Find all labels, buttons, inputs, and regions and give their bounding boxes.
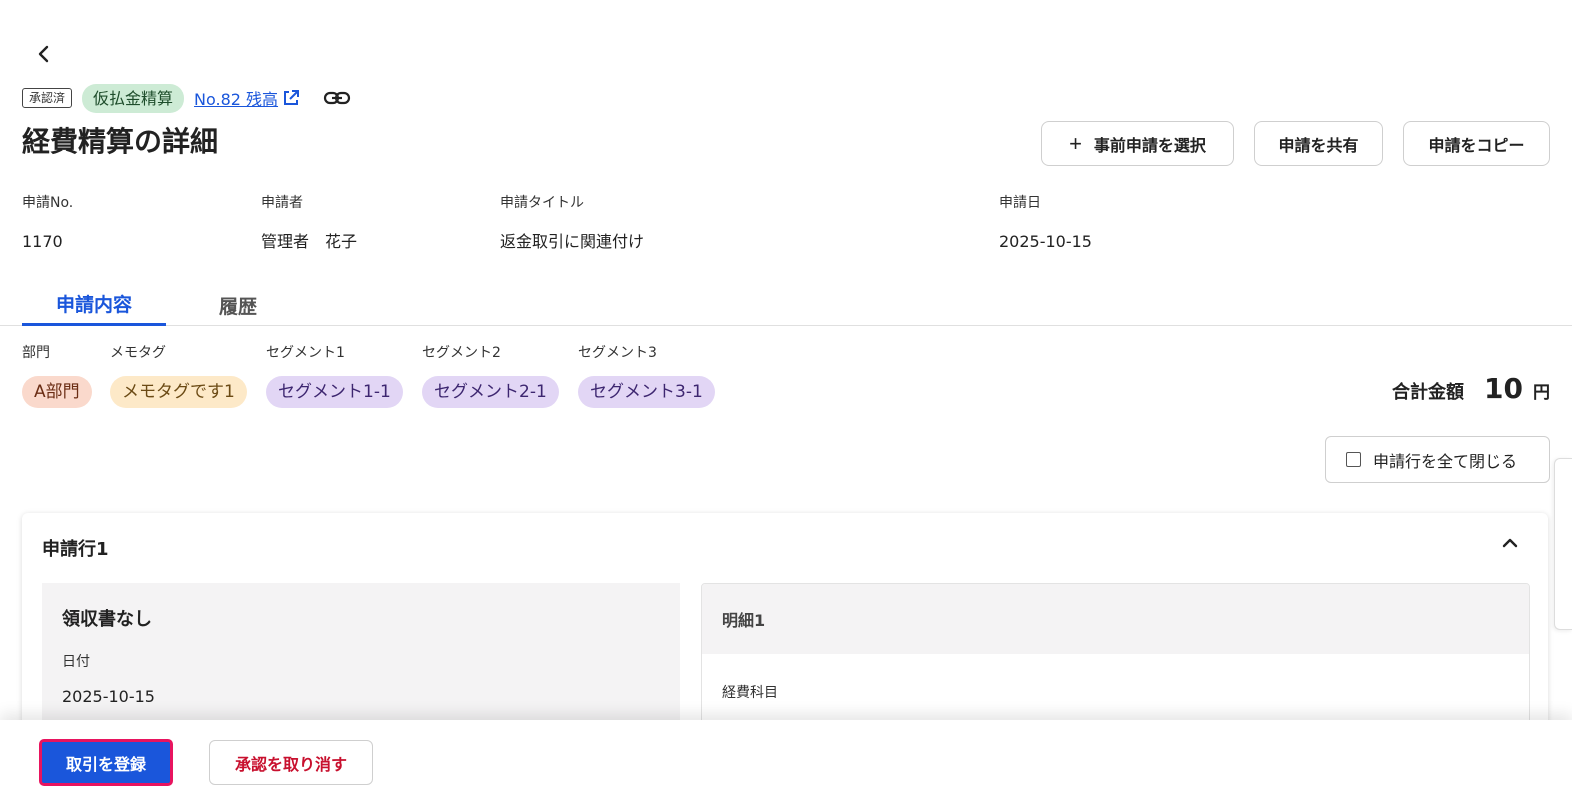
tag-label: セグメント1 bbox=[266, 345, 345, 361]
date-value: 2025-10-15 bbox=[62, 687, 155, 706]
meta-value: 1170 bbox=[22, 232, 63, 251]
reference-link-label: No.82 残高 bbox=[194, 90, 279, 109]
tab-history[interactable]: 履歴 bbox=[166, 284, 310, 326]
chevron-left-icon bbox=[38, 45, 49, 63]
status-badge: 承認済 bbox=[22, 88, 73, 108]
revoke-approval-button[interactable]: 承認を取り消す bbox=[209, 740, 373, 785]
total-amount: 合計金額 10 円 bbox=[1392, 372, 1550, 405]
meta-label: 申請者 bbox=[261, 195, 303, 211]
tag-pill: メモタグです1 bbox=[110, 376, 247, 408]
tag-pill: セグメント3-1 bbox=[578, 376, 715, 408]
select-pre-request-button[interactable]: + 事前申請を選択 bbox=[1041, 121, 1234, 166]
copy-link-icon[interactable] bbox=[323, 89, 351, 107]
detail-title: 明細1 bbox=[702, 584, 1529, 654]
footer-bar: 取引を登録 承認を取り消す bbox=[0, 720, 1572, 801]
copy-request-button[interactable]: 申請をコピー bbox=[1403, 121, 1550, 166]
header-badges: 承認済 仮払金精算 No.82 残高 bbox=[22, 83, 351, 113]
meta-date: 申請日 2025-10-15 bbox=[999, 192, 1092, 253]
meta-request-no: 申請No. 1170 bbox=[22, 192, 73, 253]
tag-pill: セグメント2-1 bbox=[422, 376, 559, 408]
request-meta: 申請No. 1170 申請者 管理者 花子 申請タイトル 返金取引に関連付け 申… bbox=[22, 192, 1522, 262]
chevron-up-icon[interactable] bbox=[1500, 533, 1520, 557]
meta-label: 申請タイトル bbox=[500, 195, 584, 211]
expense-account-label: 経費科目 bbox=[722, 685, 778, 701]
meta-value: 2025-10-15 bbox=[999, 232, 1092, 251]
meta-value: 返金取引に関連付け bbox=[500, 232, 645, 251]
tag-pill: A部門 bbox=[22, 376, 92, 408]
select-pre-request-label: 事前申請を選択 bbox=[1093, 137, 1206, 155]
tag-label: セグメント2 bbox=[422, 345, 501, 361]
back-button[interactable] bbox=[30, 40, 58, 68]
tag-segment3: セグメント3 セグメント3-1 bbox=[578, 340, 715, 408]
tag-label: 部門 bbox=[22, 345, 50, 361]
tag-department: 部門 A部門 bbox=[22, 340, 92, 408]
tab-bar: 申請内容 履歴 bbox=[0, 284, 1572, 326]
meta-label: 申請No. bbox=[22, 195, 74, 211]
collapse-all-button[interactable]: 申請行を全て閉じる bbox=[1325, 436, 1550, 483]
meta-value: 管理者 花子 bbox=[261, 232, 358, 251]
tab-request-content[interactable]: 申請内容 bbox=[22, 284, 166, 326]
collapse-all-label: 申請行を全て閉じる bbox=[1373, 451, 1518, 471]
external-link-icon bbox=[281, 88, 301, 108]
tag-segment2: セグメント2 セグメント2-1 bbox=[422, 340, 559, 408]
tag-label: セグメント3 bbox=[578, 345, 657, 361]
side-drawer-handle[interactable] bbox=[1554, 458, 1572, 630]
total-label: 合計金額 bbox=[1392, 382, 1465, 403]
tag-segment1: セグメント1 セグメント1-1 bbox=[266, 340, 403, 408]
plus-icon: + bbox=[1069, 130, 1082, 156]
tag-label: メモタグ bbox=[110, 345, 166, 361]
request-row-title: 申請行1 bbox=[42, 539, 109, 560]
tag-pill: セグメント1-1 bbox=[266, 376, 403, 408]
total-value: 10 bbox=[1484, 372, 1523, 405]
share-request-button[interactable]: 申請を共有 bbox=[1254, 121, 1383, 166]
total-unit: 円 bbox=[1533, 383, 1550, 403]
register-transaction-button[interactable]: 取引を登録 bbox=[39, 739, 173, 786]
meta-applicant: 申請者 管理者 花子 bbox=[261, 192, 357, 253]
receipt-status: 領収書なし bbox=[62, 609, 152, 630]
page-title: 経費精算の詳細 bbox=[22, 125, 219, 158]
date-label: 日付 bbox=[62, 654, 90, 670]
reference-link[interactable]: No.82 残高 bbox=[194, 86, 301, 110]
meta-label: 申請日 bbox=[999, 195, 1041, 211]
tag-memo: メモタグ メモタグです1 bbox=[110, 340, 247, 408]
meta-title: 申請タイトル 返金取引に関連付け bbox=[500, 192, 644, 253]
checkbox-icon[interactable] bbox=[1346, 452, 1361, 467]
tag-list: 部門 A部門 メモタグ メモタグです1 セグメント1 セグメント1-1 セグメン… bbox=[22, 340, 742, 410]
type-badge: 仮払金精算 bbox=[82, 83, 185, 113]
header-actions: + 事前申請を選択 申請を共有 申請をコピー bbox=[1041, 121, 1550, 166]
